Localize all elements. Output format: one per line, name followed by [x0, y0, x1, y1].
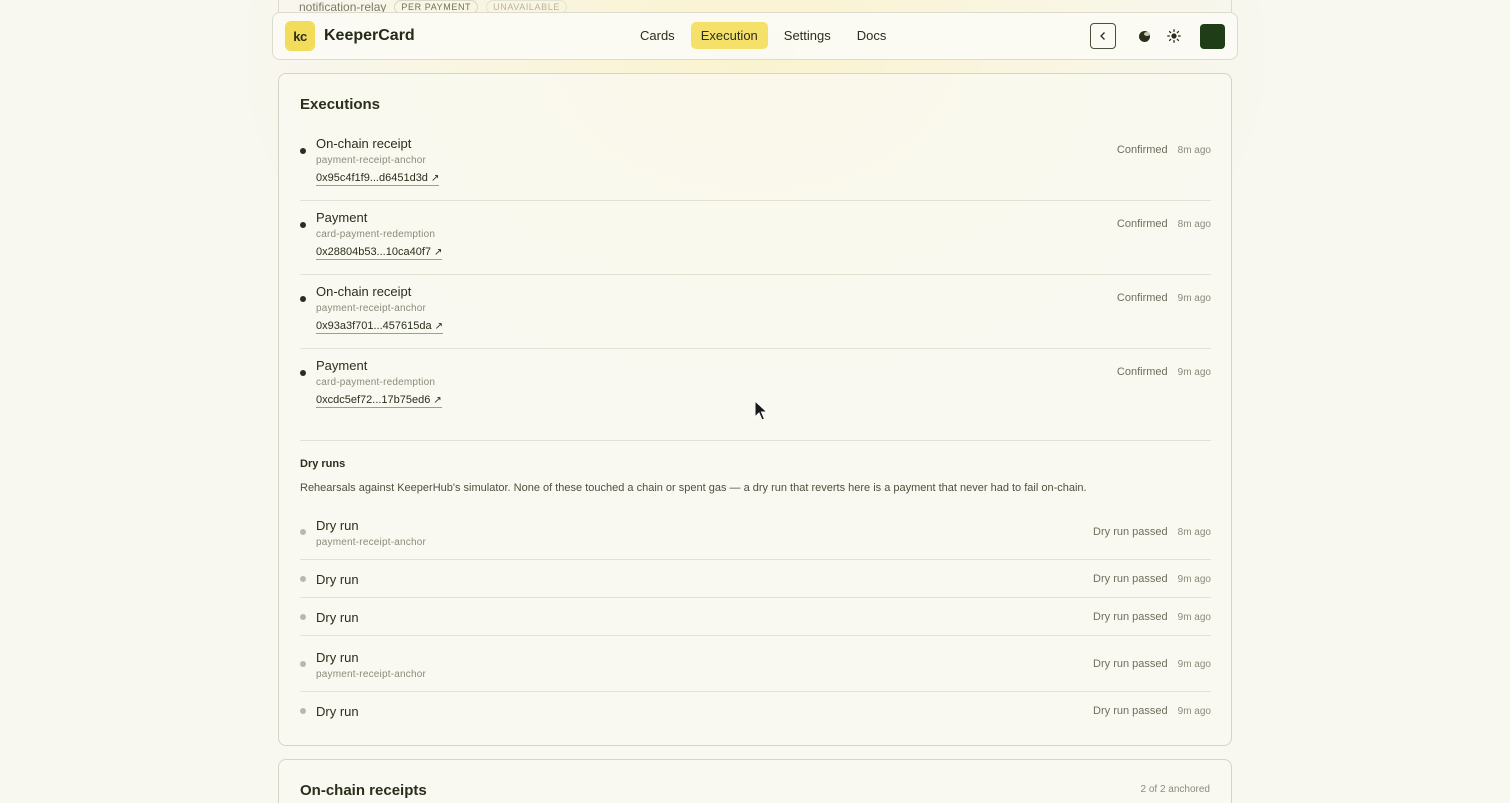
status-label: Dry run passed [1093, 573, 1168, 585]
status-label: Confirmed [1116, 366, 1168, 378]
dry-runs-list: Dry run payment-receipt-anchor Dry run p… [300, 504, 1211, 730]
timestamp: 9m ago [1177, 367, 1211, 378]
tx-hash-link[interactable]: 0xcdc5ef72...17b75ed6 ↗ [316, 394, 442, 408]
status-dot [300, 661, 306, 667]
external-link-icon: ↗ [434, 247, 443, 258]
status-label: Dry run passed [1093, 526, 1168, 538]
status-label: Confirmed [1116, 144, 1168, 156]
status-dot [300, 576, 306, 582]
timestamp: 9m ago [1177, 574, 1211, 585]
execution-meta: Confirmed 9m ago [1117, 366, 1211, 378]
section-divider [300, 440, 1211, 441]
execution-title: Payment [316, 358, 368, 373]
status-label: Confirmed [1116, 218, 1168, 230]
timestamp: 9m ago [1177, 612, 1211, 623]
status-label: Confirmed [1116, 292, 1168, 304]
dry-run-workflow: payment-receipt-anchor [316, 669, 427, 680]
execution-title: On-chain receipt [316, 136, 412, 151]
status-dot [300, 614, 306, 620]
brand-name[interactable]: KeeperCard [324, 27, 415, 45]
tx-hash-link[interactable]: 0x93a3f701...457615da ↗ [316, 320, 443, 334]
timestamp: 9m ago [1177, 706, 1211, 717]
moon-icon [1138, 30, 1150, 42]
top-nav: kc KeeperCard Cards Execution Settings D… [272, 12, 1238, 60]
dry-run-workflow: payment-receipt-anchor [316, 537, 427, 548]
dry-run-meta: Dry run passed 9m ago [1093, 573, 1211, 585]
theme-light-button[interactable] [1164, 26, 1184, 46]
dry-run-row[interactable]: Dry run Dry run passed 9m ago [300, 692, 1211, 730]
status-label: Dry run passed [1093, 611, 1168, 623]
sun-icon [1167, 29, 1181, 43]
tx-hash: 0x95c4f1f9...d6451d3d [316, 172, 428, 184]
timestamp: 8m ago [1177, 219, 1211, 230]
execution-title: On-chain receipt [316, 284, 412, 299]
timestamp: 9m ago [1177, 659, 1211, 670]
execution-title: Payment [316, 210, 368, 225]
receipts-card: On-chain receipts 2 of 2 anchored [278, 759, 1232, 803]
tx-hash: 0x28804b53...10ca40f7 [316, 246, 431, 258]
tab-execution[interactable]: Execution [690, 22, 768, 49]
chevron-left-icon [1100, 32, 1105, 40]
dry-run-row[interactable]: Dry run Dry run passed 9m ago [300, 598, 1211, 636]
status-dot [300, 148, 306, 154]
nav-tabs: Cards Execution Settings Docs [630, 22, 896, 49]
execution-row[interactable]: On-chain receipt payment-receipt-anchor … [300, 275, 1211, 349]
tab-settings[interactable]: Settings [774, 22, 841, 49]
execution-workflow: payment-receipt-anchor [316, 303, 427, 314]
execution-row[interactable]: On-chain receipt payment-receipt-anchor … [300, 127, 1211, 201]
execution-meta: Confirmed 8m ago [1117, 144, 1211, 156]
dry-run-row[interactable]: Dry run payment-receipt-anchor Dry run p… [300, 504, 1211, 560]
nav-actions [1090, 23, 1225, 49]
mouse-cursor-icon [754, 400, 768, 421]
external-link-icon: ↗ [430, 173, 440, 184]
tx-hash-link[interactable]: 0x28804b53...10ca40f7 ↗ [316, 246, 443, 260]
status-label: Dry run passed [1093, 705, 1168, 717]
dry-run-meta: Dry run passed 9m ago [1093, 705, 1211, 717]
status-dot [300, 222, 306, 228]
status-dot [300, 529, 306, 535]
receipts-count: 2 of 2 anchored [1140, 784, 1211, 795]
dry-run-meta: Dry run passed 9m ago [1093, 611, 1211, 623]
dry-run-title: Dry run [316, 704, 359, 719]
external-link-icon: ↗ [434, 321, 443, 332]
dry-run-title: Dry run [316, 610, 359, 625]
tab-cards[interactable]: Cards [630, 22, 685, 49]
tx-hash-link[interactable]: 0x95c4f1f9...d6451d3d ↗ [316, 172, 440, 186]
dry-run-meta: Dry run passed 8m ago [1093, 526, 1211, 538]
execution-row[interactable]: Payment card-payment-redemption 0x28804b… [300, 201, 1211, 275]
execution-workflow: card-payment-redemption [316, 229, 436, 240]
avatar[interactable] [1200, 23, 1225, 49]
dry-run-meta: Dry run passed 9m ago [1093, 658, 1211, 670]
logo[interactable]: kc [285, 21, 315, 51]
executions-list: On-chain receipt payment-receipt-anchor … [300, 127, 1211, 423]
external-link-icon: ↗ [433, 395, 442, 406]
dry-run-row[interactable]: Dry run payment-receipt-anchor Dry run p… [300, 636, 1211, 692]
status-label: Dry run passed [1093, 658, 1168, 670]
execution-workflow: payment-receipt-anchor [316, 155, 427, 166]
tx-hash: 0xcdc5ef72...17b75ed6 [316, 394, 431, 406]
dry-runs-title: Dry runs [300, 458, 346, 470]
executions-title: Executions [300, 96, 381, 113]
receipts-title: On-chain receipts [300, 782, 427, 799]
dry-run-title: Dry run [316, 518, 359, 533]
tab-docs[interactable]: Docs [847, 22, 897, 49]
dry-run-title: Dry run [316, 650, 359, 665]
execution-meta: Confirmed 8m ago [1117, 218, 1211, 230]
dry-run-title: Dry run [316, 572, 359, 587]
tx-hash: 0x93a3f701...457615da [316, 320, 432, 332]
timestamp: 8m ago [1177, 527, 1211, 538]
status-dot [300, 370, 306, 376]
status-dot [300, 296, 306, 302]
dry-runs-description: Rehearsals against KeeperHub's simulator… [300, 482, 1087, 494]
dry-run-row[interactable]: Dry run Dry run passed 9m ago [300, 560, 1211, 598]
status-dot [300, 708, 306, 714]
timestamp: 8m ago [1177, 145, 1211, 156]
theme-dark-button[interactable] [1134, 26, 1154, 46]
execution-workflow: card-payment-redemption [316, 377, 436, 388]
back-button[interactable] [1090, 23, 1116, 49]
execution-meta: Confirmed 9m ago [1117, 292, 1211, 304]
timestamp: 9m ago [1177, 293, 1211, 304]
